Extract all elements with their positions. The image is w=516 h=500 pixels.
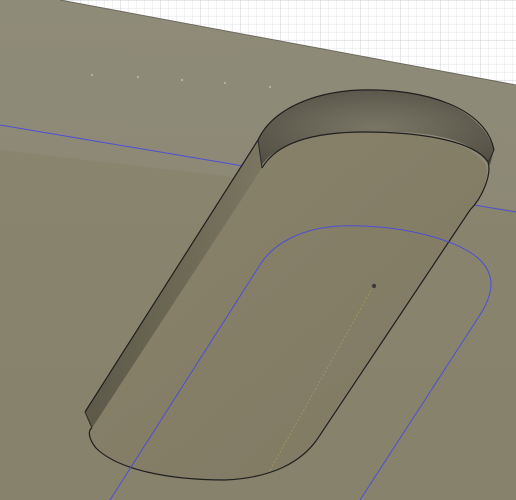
- cad-canvas[interactable]: [0, 0, 516, 500]
- face-speck: [269, 86, 271, 88]
- face-speck: [137, 76, 139, 78]
- face-speck: [224, 82, 226, 84]
- slot-center-point[interactable]: [371, 283, 377, 289]
- face-speck: [91, 74, 93, 76]
- face-speck: [181, 79, 183, 81]
- cad-3d-viewport[interactable]: [0, 0, 516, 500]
